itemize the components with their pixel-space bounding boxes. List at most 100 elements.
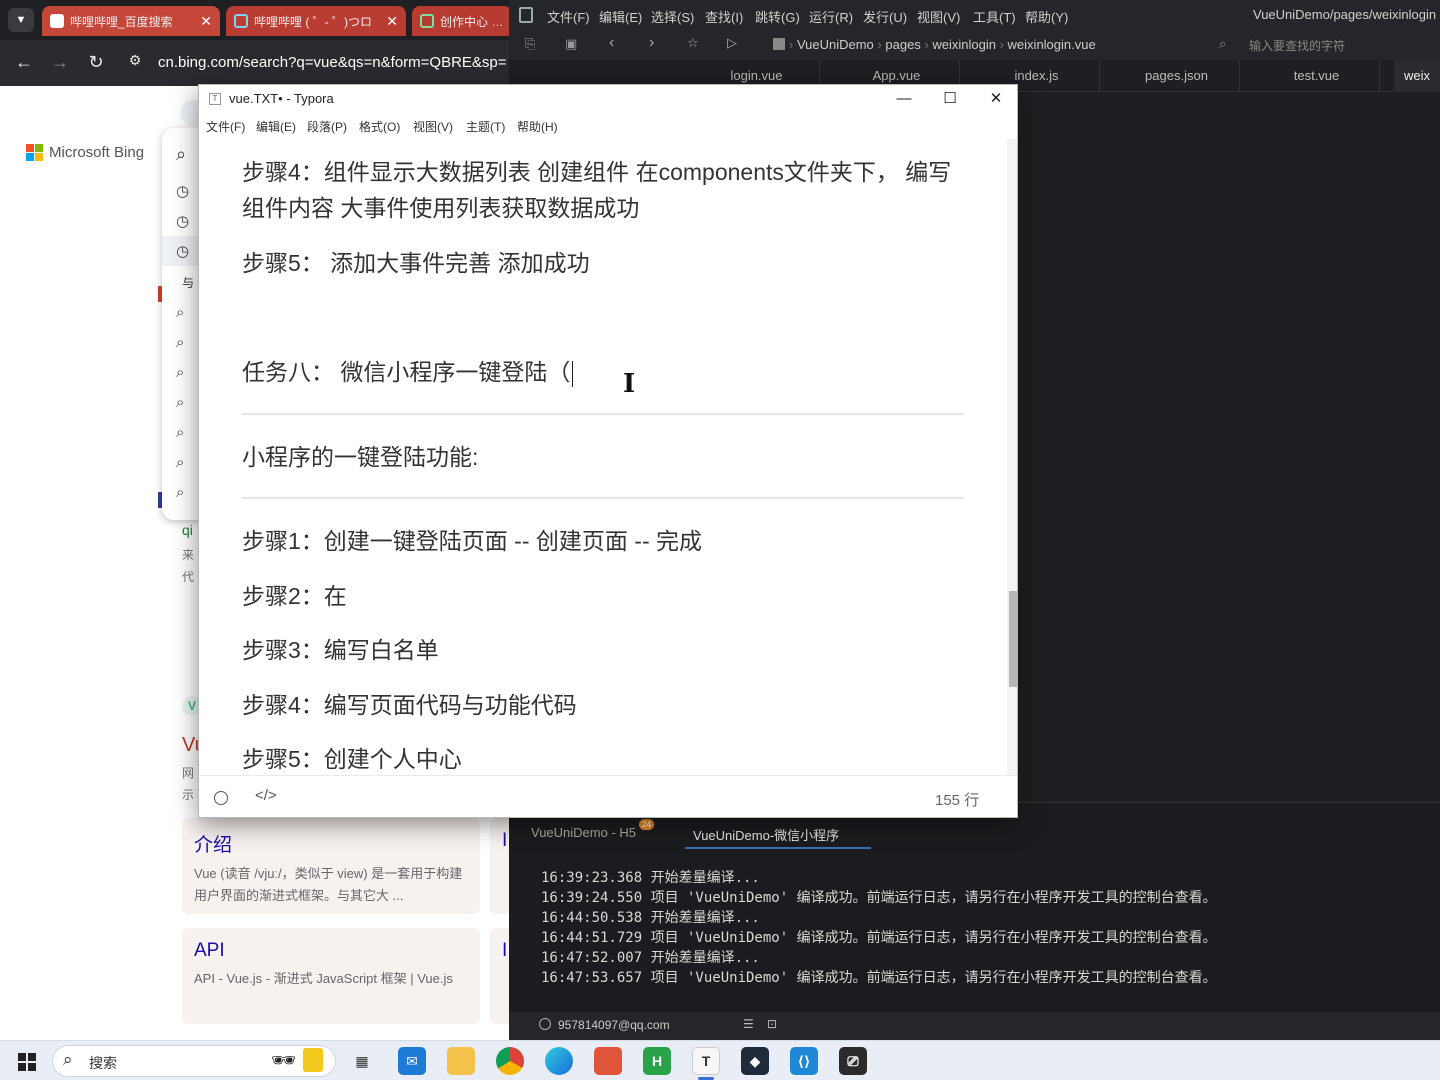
star-icon[interactable]: ☆	[687, 35, 699, 51]
vscode-icon[interactable]: ⟨⟩	[790, 1047, 818, 1075]
typora-menu-view[interactable]: 视图(V)	[413, 118, 453, 135]
paragraph[interactable]: 步骤5：创建个人中心	[242, 741, 462, 775]
result-card-intro[interactable]: 介绍 Vue (读音 /vjuː/，类似于 view) 是一套用于构建用户界面的…	[182, 818, 480, 914]
reload-icon[interactable]: ↻	[85, 52, 107, 73]
ide-menu-publish[interactable]: 发行(U)	[863, 7, 907, 26]
history-icon[interactable]: ◷	[176, 182, 189, 200]
close-tab-icon[interactable]: ✕	[200, 13, 212, 30]
ide-menu-tools[interactable]: 工具(T)	[973, 7, 1016, 26]
history-icon[interactable]: ◷	[176, 242, 189, 260]
paragraph-task-heading[interactable]: 任务八： 微信小程序一键登陆（	[242, 354, 574, 390]
typora-app-icon: T	[209, 93, 221, 105]
windows-start-icon[interactable]	[18, 1053, 36, 1071]
typora-menu-paragraph[interactable]: 段落(P)	[307, 118, 347, 135]
search-icon[interactable]: ⌕	[176, 364, 184, 381]
run-icon[interactable]: ▷	[727, 35, 737, 51]
close-button[interactable]: ✕	[973, 85, 1017, 113]
search-icon[interactable]: ⌕	[176, 424, 184, 441]
mail-icon[interactable]: ✉	[398, 1047, 426, 1075]
ide-menu-edit[interactable]: 编辑(E)	[599, 7, 642, 26]
breadcrumb-item[interactable]: VueUniDemo	[797, 37, 874, 52]
typora-title-bar[interactable]: T vue.TXT• - Typora — ☐ ✕	[199, 85, 1017, 113]
file-explorer-icon[interactable]	[447, 1047, 475, 1075]
typora-menu-format[interactable]: 格式(O)	[359, 118, 400, 135]
new-file-icon[interactable]: ⎘	[525, 36, 535, 52]
maximize-button[interactable]: ☐	[927, 85, 973, 113]
app-store-icon[interactable]	[594, 1047, 622, 1075]
outline-icon[interactable]: ☰	[743, 1017, 754, 1031]
editor-tab[interactable]: pages.json	[1114, 60, 1240, 92]
paragraph[interactable]: 小程序的一键登陆功能:	[242, 439, 478, 475]
result-card-api[interactable]: API API - Vue.js - 渐进式 JavaScript 框架 | V…	[182, 928, 480, 1024]
browser-tab-bilibili[interactable]: 哔哩哔哩 ( ゜- ゜)つロ ✕	[226, 6, 406, 36]
paragraph[interactable]: 步骤3：编写白名单	[242, 632, 439, 668]
scrollbar-thumb[interactable]	[1009, 591, 1017, 687]
editor-tab-active[interactable]: weix	[1394, 60, 1440, 92]
paragraph[interactable]: 步骤5： 添加大事件完善 添加成功	[242, 245, 590, 281]
typora-editor[interactable]: 步骤4：组件显示大数据列表 创建组件 在components文件夹下， 编写 组…	[199, 139, 1007, 775]
search-icon[interactable]: ⌕	[176, 394, 184, 411]
status-user[interactable]: 957814097@qq.com	[558, 1018, 670, 1032]
browser-tab-baidu[interactable]: 哔哩哔哩_百度搜索 ✕	[42, 6, 220, 36]
typora-menu-bar: 文件(F) 编辑(E) 段落(P) 格式(O) 视图(V) 主题(T) 帮助(H…	[199, 113, 1017, 139]
search-icon[interactable]: ⌕	[176, 304, 184, 321]
tab-search-dropdown-icon[interactable]: ▼	[8, 8, 34, 32]
search-icon[interactable]: ⌕	[176, 454, 184, 471]
bing-logo[interactable]: Microsoft Bing	[26, 144, 144, 161]
typora-scrollbar[interactable]	[1007, 139, 1017, 775]
source-code-icon[interactable]: </>	[255, 787, 277, 804]
breadcrumb-item[interactable]: pages	[885, 37, 920, 52]
terminal-icon[interactable]: ⊡	[767, 1017, 777, 1031]
result-fragment: qi	[182, 522, 193, 538]
typora-menu-theme[interactable]: 主题(T)	[466, 118, 505, 135]
typora-menu-file[interactable]: 文件(F)	[206, 118, 245, 135]
paragraph[interactable]: 步骤4：组件显示大数据列表 创建组件 在components文件夹下， 编写	[242, 154, 951, 190]
ide-menu-goto[interactable]: 跳转(G)	[755, 7, 800, 26]
back-icon[interactable]: ←	[13, 52, 35, 73]
console-tab-weixin[interactable]: VueUniDemo-微信小程序	[693, 825, 839, 844]
typora-menu-edit[interactable]: 编辑(E)	[256, 118, 296, 135]
forward-icon[interactable]: ›	[649, 34, 654, 52]
url-field[interactable]: cn.bing.com/search?q=vue&qs=n&form=QBRE&…	[158, 48, 512, 78]
sidebar-toggle-icon[interactable]	[214, 791, 228, 805]
typora-menu-help[interactable]: 帮助(H)	[517, 118, 558, 135]
ide-menu-help[interactable]: 帮助(Y)	[1025, 7, 1068, 26]
typora-title: vue.TXT• - Typora	[229, 91, 334, 106]
paragraph[interactable]: 步骤4：编写页面代码与功能代码	[242, 687, 577, 723]
back-icon[interactable]: ‹	[609, 34, 614, 52]
search-icon[interactable]: ⌕	[176, 144, 186, 165]
breadcrumb-item[interactable]: weixinlogin	[932, 37, 996, 52]
ide-search-input[interactable]: 输入要查找的字符	[1249, 37, 1345, 54]
ide-toolbar: ⎘ ▣ ‹ › ☆ ▷ › VueUniDemo › pages › weixi…	[509, 30, 1440, 60]
browser-tab-creator[interactable]: 创作中心 - 哔	[412, 6, 512, 36]
forward-icon[interactable]: →	[49, 52, 71, 73]
console-tab-h5[interactable]: VueUniDemo - H5	[531, 825, 636, 840]
taskbar-search-box[interactable]: ⌕ 搜索 🕶	[52, 1045, 336, 1077]
dark-app-icon[interactable]: ◆	[741, 1047, 769, 1075]
remote-desktop-icon[interactable]: ⎚	[839, 1047, 867, 1075]
search-icon[interactable]: ⌕	[176, 334, 184, 351]
search-icon[interactable]: ⌕	[176, 484, 184, 501]
paragraph[interactable]: 组件内容 大事件使用列表获取数据成功	[242, 190, 639, 226]
typora-icon[interactable]: T	[692, 1047, 720, 1075]
ide-menu-select[interactable]: 选择(S)	[651, 7, 694, 26]
chrome-icon[interactable]	[496, 1047, 524, 1075]
save-icon[interactable]: ▣	[565, 36, 577, 52]
paragraph[interactable]: 步骤2：在	[242, 578, 347, 614]
ide-console-panel: VueUniDemo - H5 24 VueUniDemo-微信小程序 16:3…	[509, 802, 1440, 1012]
paragraph[interactable]: 步骤1：创建一键登陆页面 -- 创建页面 -- 完成	[242, 523, 702, 559]
close-tab-icon[interactable]: ✕	[386, 13, 398, 30]
editor-tab[interactable]: test.vue	[1254, 60, 1380, 92]
ide-menu-find[interactable]: 查找(I)	[705, 7, 743, 26]
ide-menu-view[interactable]: 视图(V)	[917, 7, 960, 26]
hbuilderx-icon[interactable]: H	[643, 1047, 671, 1075]
line-count[interactable]: 155 行	[935, 789, 979, 810]
ide-menu-run[interactable]: 运行(R)	[809, 7, 853, 26]
edge-icon[interactable]	[545, 1047, 573, 1075]
history-icon[interactable]: ◷	[176, 212, 189, 230]
task-view-icon[interactable]: ▦	[348, 1047, 376, 1075]
breadcrumb-item[interactable]: weixinlogin.vue	[1008, 37, 1096, 52]
site-info-icon[interactable]: ⚙	[124, 52, 146, 69]
ide-menu-file[interactable]: 文件(F)	[547, 7, 590, 26]
minimize-button[interactable]: —	[881, 85, 927, 113]
